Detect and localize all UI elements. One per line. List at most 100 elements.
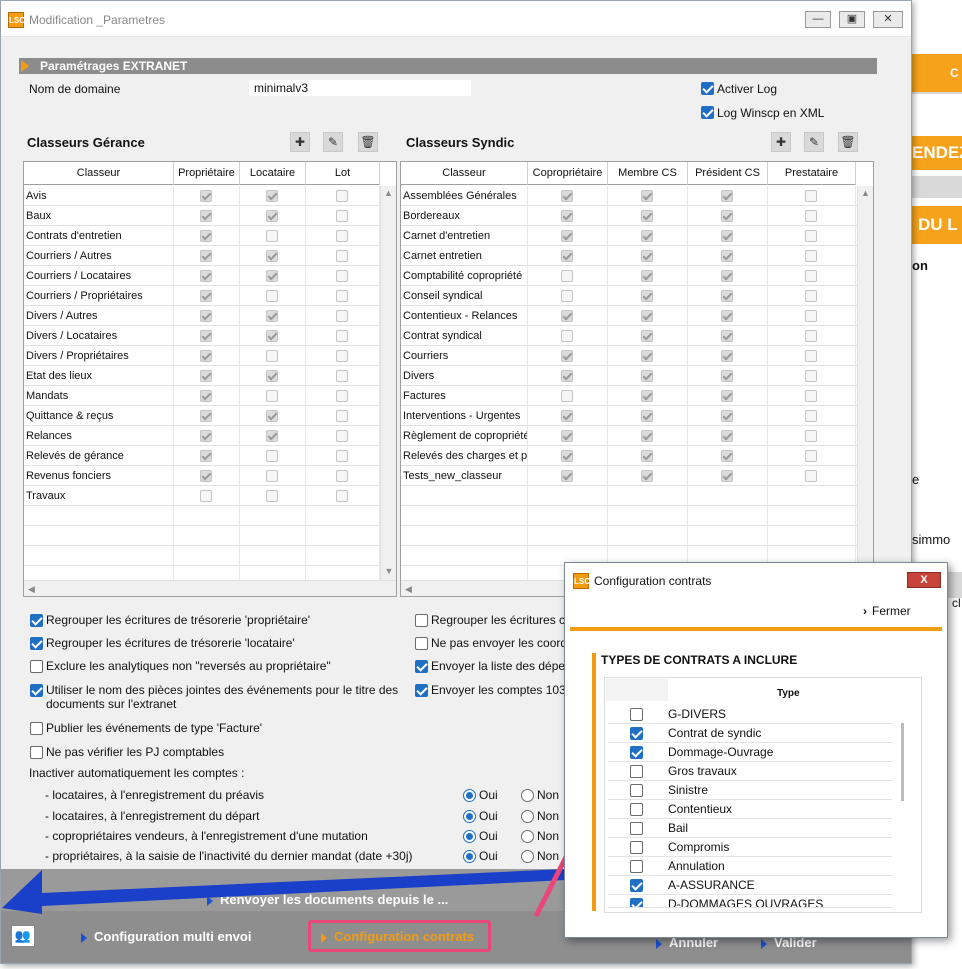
activer-log-checkbox[interactable] bbox=[701, 82, 714, 95]
grid-checkbox[interactable] bbox=[561, 410, 573, 422]
contract-type-checkbox[interactable] bbox=[630, 898, 643, 907]
trash-icon[interactable]: 🗑 bbox=[838, 132, 858, 152]
grid-checkbox[interactable] bbox=[805, 350, 817, 362]
non-radio[interactable] bbox=[521, 830, 534, 843]
contract-type-row[interactable]: Compromis bbox=[608, 838, 892, 857]
oui-radio[interactable] bbox=[463, 789, 476, 802]
grid-checkbox[interactable] bbox=[200, 350, 212, 362]
grid-checkbox[interactable] bbox=[561, 210, 573, 222]
grid-checkbox[interactable] bbox=[641, 210, 653, 222]
option-checkbox[interactable] bbox=[30, 722, 43, 735]
contract-type-checkbox[interactable] bbox=[630, 803, 643, 816]
contract-type-row[interactable]: A-ASSURANCE bbox=[608, 876, 892, 895]
grid-checkbox[interactable] bbox=[721, 290, 733, 302]
grid-checkbox[interactable] bbox=[266, 370, 278, 382]
grid-checkbox[interactable] bbox=[200, 270, 212, 282]
grid-checkbox[interactable] bbox=[721, 250, 733, 262]
grid-checkbox[interactable] bbox=[721, 310, 733, 322]
contract-type-row[interactable]: Contentieux bbox=[608, 800, 892, 819]
option-checkbox[interactable] bbox=[30, 684, 43, 697]
grid-checkbox[interactable] bbox=[266, 470, 278, 482]
table-row[interactable]: Carnet entretien bbox=[401, 246, 857, 266]
table-row[interactable]: Comptabilité copropriété bbox=[401, 266, 857, 286]
table-row[interactable]: Divers / Autres bbox=[24, 306, 380, 326]
grid-checkbox[interactable] bbox=[266, 190, 278, 202]
option-checkbox[interactable] bbox=[415, 614, 428, 627]
table-row[interactable]: Avis bbox=[24, 186, 380, 206]
grid-checkbox[interactable] bbox=[641, 430, 653, 442]
contract-type-checkbox[interactable] bbox=[630, 841, 643, 854]
grid-checkbox[interactable] bbox=[266, 230, 278, 242]
table-row[interactable]: Courriers / Locataires bbox=[24, 266, 380, 286]
domain-field[interactable]: minimalv3 bbox=[249, 80, 471, 96]
table-row[interactable]: Assemblées Générales bbox=[401, 186, 857, 206]
grid-checkbox[interactable] bbox=[561, 230, 573, 242]
grid-checkbox[interactable] bbox=[266, 350, 278, 362]
table-row[interactable]: Règlement de copropriété bbox=[401, 426, 857, 446]
oui-radio[interactable] bbox=[463, 810, 476, 823]
grid-checkbox[interactable] bbox=[641, 230, 653, 242]
grid-checkbox[interactable] bbox=[336, 410, 348, 422]
contract-type-row[interactable]: D-DOMMAGES OUVRAGES bbox=[608, 895, 892, 908]
contract-type-checkbox[interactable] bbox=[630, 765, 643, 778]
grid-checkbox[interactable] bbox=[561, 350, 573, 362]
table-row[interactable]: Bordereaux bbox=[401, 206, 857, 226]
oui-radio[interactable] bbox=[463, 850, 476, 863]
grid-checkbox[interactable] bbox=[336, 430, 348, 442]
grid-checkbox[interactable] bbox=[200, 230, 212, 242]
edit-icon[interactable]: ✎ bbox=[804, 132, 824, 152]
add-icon[interactable]: ✚ bbox=[771, 132, 791, 152]
grid-checkbox[interactable] bbox=[266, 290, 278, 302]
contract-type-row[interactable]: G-DIVERS bbox=[608, 705, 892, 724]
column-header[interactable]: Classeur bbox=[401, 162, 528, 185]
table-row[interactable] bbox=[401, 526, 857, 546]
grid-checkbox[interactable] bbox=[266, 390, 278, 402]
table-row[interactable]: Contrat syndical bbox=[401, 326, 857, 346]
grid-checkbox[interactable] bbox=[805, 370, 817, 382]
table-row[interactable]: Relevés de gérance bbox=[24, 446, 380, 466]
grid-checkbox[interactable] bbox=[561, 250, 573, 262]
contract-type-checkbox[interactable] bbox=[630, 727, 643, 740]
non-radio[interactable] bbox=[521, 789, 534, 802]
option-checkbox[interactable] bbox=[415, 637, 428, 650]
grid-checkbox[interactable] bbox=[641, 350, 653, 362]
grid-checkbox[interactable] bbox=[805, 330, 817, 342]
grid-checkbox[interactable] bbox=[336, 390, 348, 402]
table-row[interactable]: Relevés des charges et pr bbox=[401, 446, 857, 466]
contract-type-checkbox[interactable] bbox=[630, 746, 643, 759]
grid-checkbox[interactable] bbox=[266, 430, 278, 442]
grid-checkbox[interactable] bbox=[336, 210, 348, 222]
option-checkbox[interactable] bbox=[30, 660, 43, 673]
grid-checkbox[interactable] bbox=[336, 470, 348, 482]
grid-checkbox[interactable] bbox=[200, 410, 212, 422]
table-row[interactable]: Contrats d'entretien bbox=[24, 226, 380, 246]
users-icon[interactable]: 👥 bbox=[11, 925, 35, 947]
table-row[interactable]: Mandats bbox=[24, 386, 380, 406]
grid-checkbox[interactable] bbox=[805, 250, 817, 262]
grid-checkbox[interactable] bbox=[200, 470, 212, 482]
contract-type-checkbox[interactable] bbox=[630, 860, 643, 873]
table-row[interactable]: Quittance & reçus bbox=[24, 406, 380, 426]
option-checkbox[interactable] bbox=[30, 746, 43, 759]
table-row[interactable] bbox=[24, 526, 380, 546]
grid-checkbox[interactable] bbox=[721, 190, 733, 202]
non-radio[interactable] bbox=[521, 850, 534, 863]
grid-checkbox[interactable] bbox=[641, 450, 653, 462]
grid-checkbox[interactable] bbox=[641, 470, 653, 482]
minimize-button[interactable]: — bbox=[805, 11, 831, 28]
grid-checkbox[interactable] bbox=[200, 210, 212, 222]
grid-checkbox[interactable] bbox=[721, 230, 733, 242]
grid-checkbox[interactable] bbox=[336, 330, 348, 342]
grid-checkbox[interactable] bbox=[561, 390, 573, 402]
contract-type-row[interactable]: Contrat de syndic bbox=[608, 724, 892, 743]
maximize-button[interactable]: ▣ bbox=[839, 11, 865, 28]
column-header[interactable]: Prestataire bbox=[768, 162, 856, 185]
table-row[interactable] bbox=[24, 506, 380, 526]
grid-checkbox[interactable] bbox=[561, 190, 573, 202]
grid-checkbox[interactable] bbox=[336, 230, 348, 242]
grid-checkbox[interactable] bbox=[336, 190, 348, 202]
grid-checkbox[interactable] bbox=[336, 270, 348, 282]
table-row[interactable]: Carnet d'entretien bbox=[401, 226, 857, 246]
close-icon[interactable]: X bbox=[907, 572, 941, 588]
column-header[interactable]: Propriétaire bbox=[174, 162, 240, 185]
